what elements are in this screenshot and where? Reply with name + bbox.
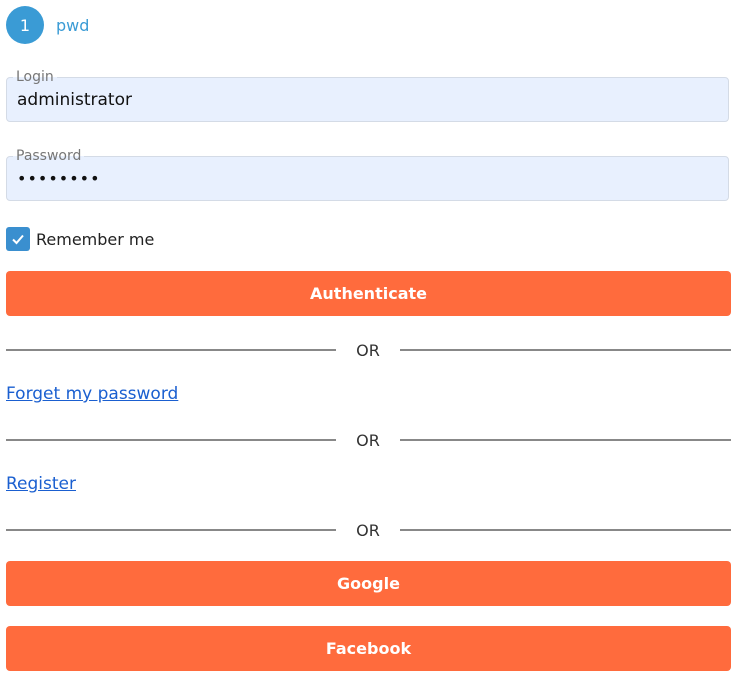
register-link[interactable]: Register bbox=[6, 474, 76, 494]
password-input[interactable] bbox=[7, 157, 728, 200]
login-input[interactable] bbox=[7, 78, 728, 121]
remember-me-checkbox[interactable] bbox=[6, 227, 30, 251]
login-label: Login bbox=[13, 68, 57, 86]
remember-me-label: Remember me bbox=[36, 229, 155, 249]
or-divider: OR bbox=[6, 430, 731, 450]
authenticate-button[interactable]: Authenticate bbox=[6, 271, 731, 316]
divider-line bbox=[6, 349, 336, 351]
password-field: Password bbox=[6, 147, 729, 201]
check-icon bbox=[12, 234, 24, 245]
login-field: Login bbox=[6, 68, 729, 122]
step-number: 1 bbox=[19, 15, 31, 35]
or-divider: OR bbox=[6, 340, 731, 360]
divider-text: OR bbox=[356, 520, 380, 540]
divider-line bbox=[6, 529, 336, 531]
remember-me-row[interactable]: Remember me bbox=[6, 227, 154, 251]
facebook-button[interactable]: Facebook bbox=[6, 626, 731, 671]
divider-line bbox=[400, 349, 731, 351]
divider-line bbox=[400, 439, 731, 441]
divider-line bbox=[400, 529, 731, 531]
step-indicator: 1 pwd bbox=[6, 6, 89, 44]
google-button[interactable]: Google bbox=[6, 561, 731, 606]
divider-text: OR bbox=[356, 430, 380, 450]
divider-line bbox=[6, 439, 336, 441]
divider-text: OR bbox=[356, 340, 380, 360]
step-label: pwd bbox=[56, 15, 90, 35]
or-divider: OR bbox=[6, 520, 731, 540]
forgot-password-link[interactable]: Forget my password bbox=[6, 384, 178, 404]
password-label: Password bbox=[13, 147, 85, 165]
step-number-badge: 1 bbox=[6, 6, 44, 44]
